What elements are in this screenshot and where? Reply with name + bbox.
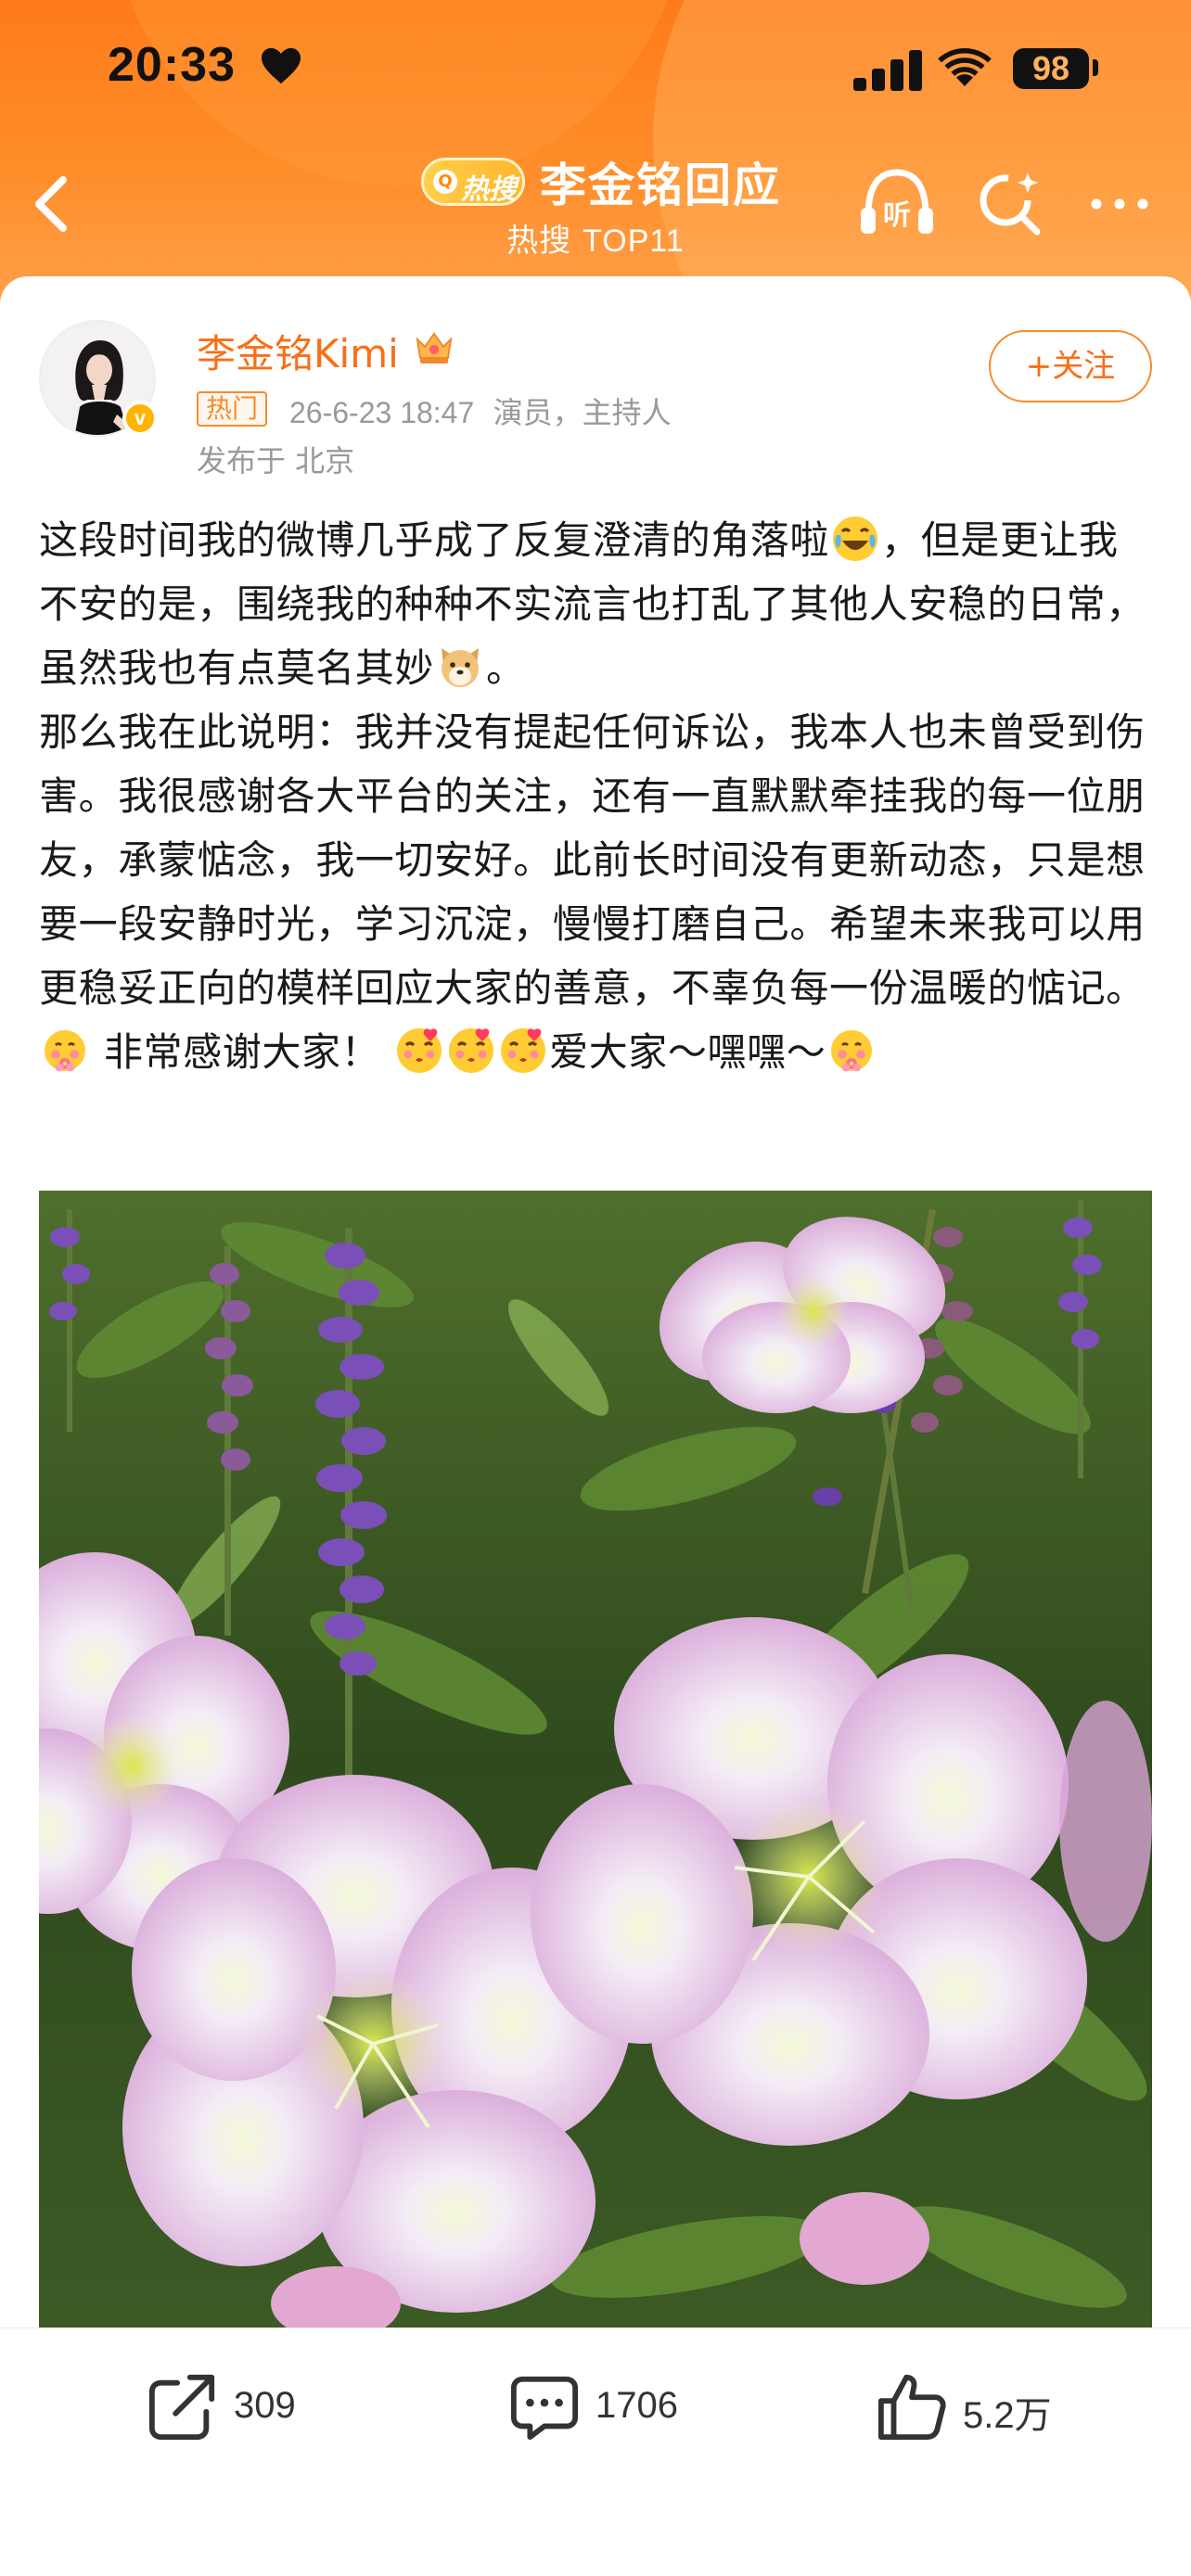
- author-name[interactable]: 李金铭Kimi: [197, 323, 399, 379]
- share-arrow-icon: [148, 2374, 215, 2441]
- dog-face-emoji-icon: [442, 648, 480, 687]
- search-sparkle-icon[interactable]: [976, 169, 1043, 236]
- vip-crown-icon: [416, 332, 453, 363]
- action-bar: [0, 2327, 1191, 2576]
- post-body: 这段时间我的微博几乎成了反复澄清的角落啦 ，但是更让我不安的是，围绕我的种种不实…: [39, 508, 1156, 1084]
- verified-badge-icon: v: [122, 401, 158, 436]
- author-bio: 演员，主持人: [493, 395, 672, 430]
- comment-count: 1706: [596, 2385, 678, 2426]
- page-title: 李金铭回应: [540, 159, 781, 212]
- kissing-emoji-icon: [449, 1028, 494, 1073]
- laugh-cry-emoji-icon: [833, 516, 878, 561]
- follow-button[interactable]: +关注: [989, 330, 1152, 402]
- svg-text:听: 听: [883, 199, 911, 232]
- kissing-emoji-icon: [397, 1028, 442, 1073]
- post-paragraph-1: 这段时间我的微博几乎成了反复澄清的角落啦 ，但是更让我不安的是，围绕我的种种不实…: [39, 508, 1156, 700]
- post-location: 发布于 北京: [197, 443, 355, 478]
- search-icon: Q: [433, 170, 457, 194]
- kissing-emoji-icon: [501, 1028, 546, 1073]
- like-count: 5.2万: [963, 2395, 1052, 2436]
- wifi-icon: [938, 48, 992, 86]
- hot-badge: 热门: [197, 391, 268, 427]
- cellular-signal-icon: [853, 48, 922, 91]
- comment-bubble-icon: [510, 2376, 579, 2441]
- battery-tip: [1093, 59, 1098, 76]
- repost-count: 309: [234, 2385, 296, 2426]
- battery-indicator: 98: [1013, 48, 1089, 89]
- post-paragraph-2: 那么我在此说明：我并没有提起任何诉讼，我本人也未曾受到伤害。我很感谢各大平台的关…: [39, 709, 1146, 1075]
- headphones-listen-icon[interactable]: 听: [857, 167, 937, 237]
- more-dots-icon[interactable]: [1087, 195, 1152, 213]
- heart-icon: [262, 47, 301, 84]
- post-meta: 26-6-23 18:47 演员，主持人: [289, 389, 672, 432]
- thumbs-up-icon: [877, 2374, 946, 2441]
- like-button[interactable]: 5.2万: [876, 2370, 1098, 2444]
- post-timestamp: 26-6-23 18:47: [289, 396, 475, 429]
- repost-button[interactable]: 309: [147, 2370, 332, 2444]
- status-time: 20:33: [108, 38, 236, 92]
- flower-blush-emoji-icon: [831, 1030, 873, 1072]
- post-image[interactable]: [39, 1191, 1152, 2327]
- home-indicator: [0, 2541, 1191, 2550]
- hot-search-badge: Q 热搜: [421, 158, 525, 206]
- flower-blush-emoji-icon: [45, 1030, 85, 1072]
- comment-button[interactable]: 1706: [508, 2370, 712, 2444]
